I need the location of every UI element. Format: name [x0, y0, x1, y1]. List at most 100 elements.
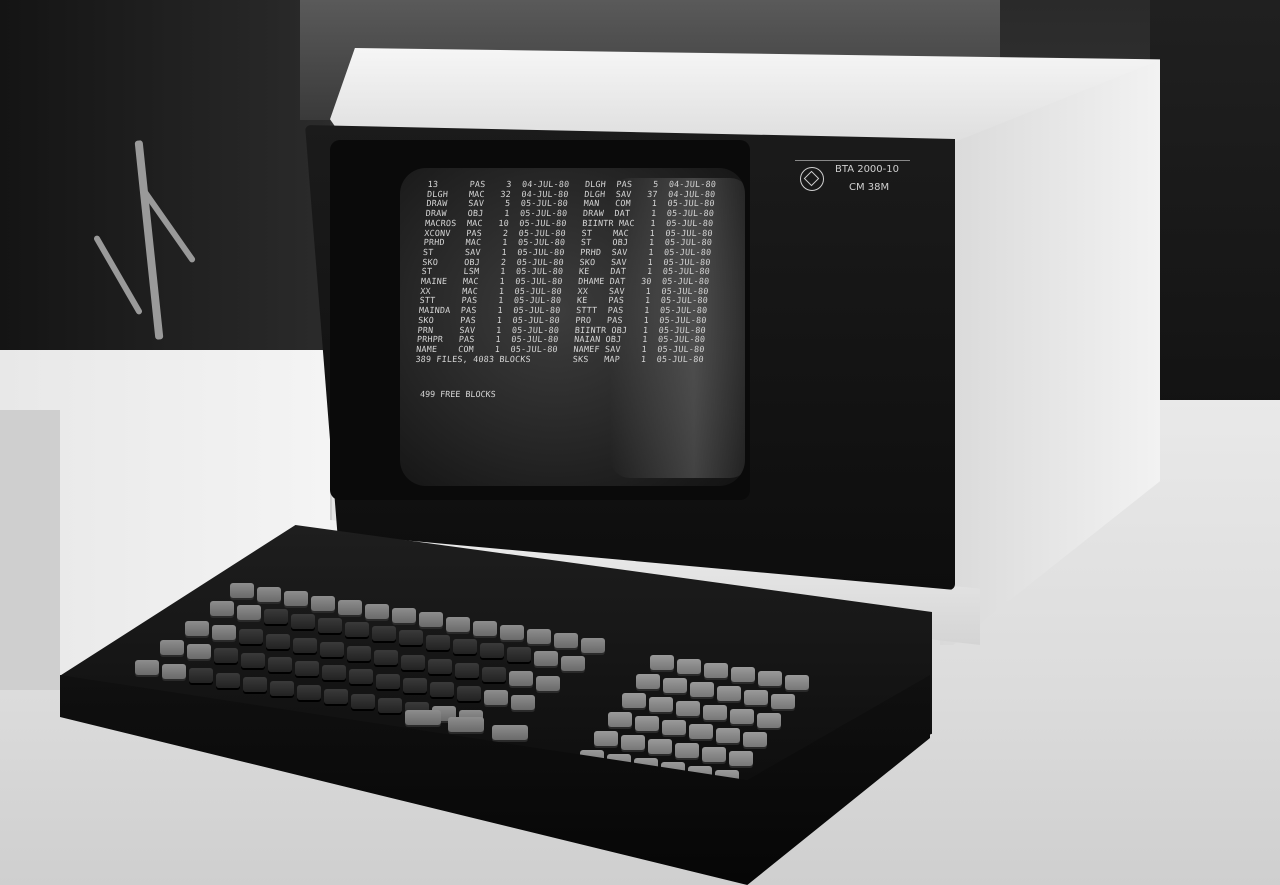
- keyboard-key: [536, 675, 560, 691]
- keyboard-key: [322, 665, 346, 681]
- keyboard-key: [284, 591, 308, 607]
- keyboard-key: [266, 633, 290, 649]
- badge-sub-text: CM 38M: [849, 182, 890, 193]
- keyboard-key: [428, 658, 452, 674]
- keyboard-key: [376, 673, 400, 689]
- keyboard-key: [663, 678, 687, 693]
- keyboard-key: [311, 595, 335, 611]
- keyboard-key: [230, 583, 254, 598]
- keyboard-key: [636, 674, 660, 689]
- keyboard-key: [237, 605, 261, 621]
- keyboard-key: [484, 690, 508, 706]
- keyboard-key: [372, 626, 396, 642]
- badge-model-text: BTA 2000-10: [835, 164, 899, 175]
- keyboard-key: [374, 650, 398, 666]
- keyboard-key: [135, 660, 159, 675]
- keyboard-key: [729, 751, 753, 766]
- keyboard-key: [473, 620, 497, 636]
- free-blocks-line: 499 FREE BLOCKS: [419, 389, 497, 399]
- keyboard-key: [241, 652, 265, 668]
- keyboard-key: [771, 694, 795, 709]
- keyboard-key: [293, 637, 317, 653]
- keyboard-key: [581, 637, 605, 653]
- background-lamp-stand: [92, 140, 205, 360]
- keyboard-key: [744, 690, 768, 705]
- keyboard-key: [457, 686, 481, 702]
- keyboard-key: [675, 743, 699, 758]
- keyboard-key: [160, 640, 184, 655]
- keyboard-key: [268, 656, 292, 672]
- background-right-dark: [1150, 0, 1280, 440]
- keyboard-key: [689, 724, 713, 739]
- keyboard-key: [365, 604, 389, 619]
- keyboard-key: [731, 667, 755, 682]
- keyboard-key: [401, 654, 425, 670]
- keyboard-key: [448, 717, 484, 732]
- keyboard-key: [507, 647, 531, 663]
- keyboard-key: [318, 617, 342, 633]
- keyboard-key: [702, 747, 726, 762]
- keyboard-key: [703, 705, 727, 720]
- keyboard-key: [426, 634, 450, 650]
- keyboard-key: [257, 587, 281, 603]
- keyboard-key: [399, 630, 423, 646]
- keyboard-key: [717, 686, 741, 701]
- keyboard-key: [210, 601, 234, 616]
- keyboard-key: [534, 651, 558, 667]
- keyboard-key: [730, 709, 754, 724]
- directory-listing: 13 PAS 3 04-JUL-80 DLGH PAS 5 04-JUL-80 D…: [412, 179, 716, 410]
- keyboard-key: [347, 646, 371, 662]
- keyboard-key: [291, 613, 315, 629]
- keyboard-key: [338, 599, 362, 615]
- keyboard-key: [527, 629, 551, 645]
- keyboard-key: [500, 625, 524, 640]
- keyboard-key: [594, 731, 618, 746]
- keyboard-key: [378, 697, 402, 713]
- keyboard-key: [239, 629, 263, 645]
- keyboard-key: [453, 638, 477, 654]
- keyboard-key: [351, 693, 375, 709]
- keyboard-key: [758, 671, 782, 686]
- keyboard-key: [757, 713, 781, 728]
- keyboard-key: [743, 732, 767, 747]
- keyboard-key: [264, 609, 288, 625]
- keyboard-key: [690, 682, 714, 697]
- keyboard-key: [649, 697, 673, 712]
- keyboard-key: [608, 712, 632, 727]
- keyboard-key: [676, 701, 700, 716]
- keyboard-key: [482, 667, 506, 683]
- keyboard-key: [622, 693, 646, 708]
- keyboard-key: [704, 663, 728, 678]
- keyboard-key: [270, 681, 294, 696]
- keyboard-key: [349, 669, 373, 685]
- keyboard-key: [345, 622, 369, 637]
- keyboard-key: [403, 677, 427, 693]
- keyboard-key: [492, 725, 528, 740]
- keyboard-key: [455, 663, 479, 678]
- photo-scene: 13 PAS 3 04-JUL-80 DLGH PAS 5 04-JUL-80 D…: [0, 0, 1280, 885]
- badge-rule: [795, 160, 910, 161]
- keyboard-key: [216, 672, 240, 688]
- keyboard-key: [430, 682, 454, 697]
- keyboard-key: [214, 648, 238, 664]
- keyboard-key: [297, 685, 321, 701]
- keyboard-key: [392, 608, 416, 624]
- keyboard-key: [243, 676, 267, 692]
- keyboard-key: [320, 642, 344, 657]
- keyboard-key: [446, 616, 470, 632]
- keyboard-key: [162, 664, 186, 680]
- manufacturer-logo-icon: [800, 167, 824, 191]
- keyboard-key: [677, 659, 701, 674]
- keyboard-key: [212, 625, 236, 641]
- keyboard-key: [187, 644, 211, 660]
- screen-line: 389 FILES, 4083 BLOCKS SKS MAP 1 05-JUL-…: [415, 353, 705, 364]
- keyboard-key: [650, 655, 674, 670]
- keyboard-key: [295, 661, 319, 676]
- keyboard-key: [785, 675, 809, 690]
- keyboard-key: [405, 710, 441, 725]
- keyboard-key: [635, 716, 659, 731]
- keyboard-key: [561, 655, 585, 671]
- keyboard-key: [716, 728, 740, 743]
- crt-screen: 13 PAS 3 04-JUL-80 DLGH PAS 5 04-JUL-80 D…: [400, 168, 745, 486]
- keyboard-key: [554, 633, 578, 649]
